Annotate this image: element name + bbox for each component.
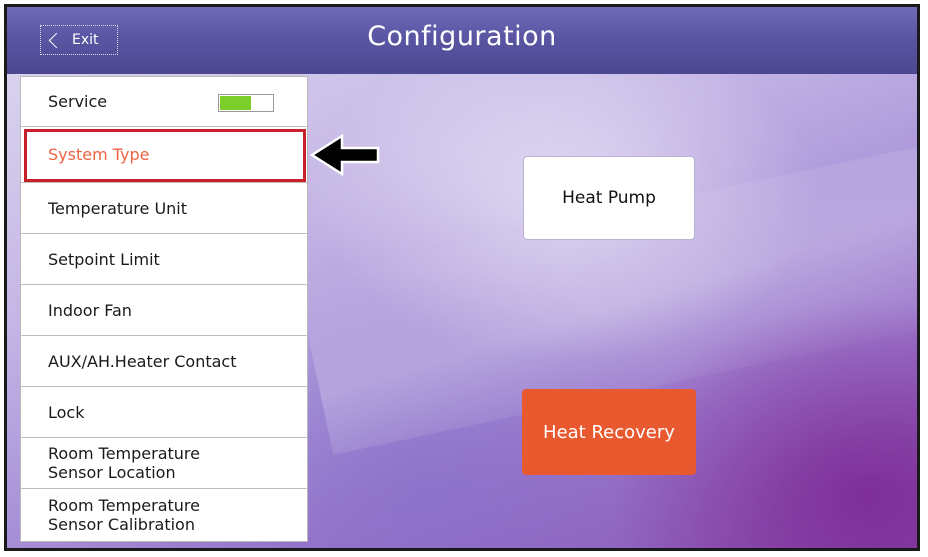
menu-item-label: Indoor Fan	[48, 300, 132, 320]
page-title: Configuration	[367, 21, 557, 52]
menu-item-label: Service	[48, 92, 108, 111]
menu-item-lock[interactable]: Lock	[21, 387, 307, 438]
menu-item-label: System Type	[48, 145, 150, 164]
menu-item-label: Setpoint Limit	[48, 249, 160, 269]
arrow-left-icon	[309, 133, 380, 177]
app-window: Exit Configuration Service System Type T…	[4, 4, 920, 551]
menu-item-room-temp-sensor-location[interactable]: Room Temperature Sensor Location	[21, 438, 307, 489]
menu-item-label: Lock	[48, 402, 85, 422]
menu-item-label: AUX/AH.Heater Contact	[48, 351, 237, 371]
menu-item-aux-heater-contact[interactable]: AUX/AH.Heater Contact	[21, 336, 307, 387]
menu-item-temperature-unit[interactable]: Temperature Unit	[21, 183, 307, 234]
toggle-on-indicator	[220, 96, 251, 110]
heat-recovery-button[interactable]: Heat Recovery	[522, 389, 696, 475]
menu-item-service[interactable]: Service	[21, 77, 307, 127]
service-toggle[interactable]	[218, 94, 274, 112]
menu-item-indoor-fan[interactable]: Indoor Fan	[21, 285, 307, 336]
title-bar: Exit Configuration	[7, 7, 917, 74]
menu-item-room-temp-sensor-calibration[interactable]: Room Temperature Sensor Calibration	[21, 489, 307, 541]
menu-item-label: Room Temperature Sensor Location	[48, 444, 200, 482]
heat-pump-button[interactable]: Heat Pump	[523, 156, 695, 240]
main-content: Service System Type Temperature Unit Set…	[7, 74, 917, 548]
menu-item-label: Temperature Unit	[48, 198, 188, 218]
menu-item-label: Room Temperature Sensor Calibration	[48, 496, 200, 534]
menu-item-setpoint-limit[interactable]: Setpoint Limit	[21, 234, 307, 285]
menu-item-system-type[interactable]: System Type	[21, 127, 307, 183]
settings-menu: Service System Type Temperature Unit Set…	[20, 76, 308, 542]
